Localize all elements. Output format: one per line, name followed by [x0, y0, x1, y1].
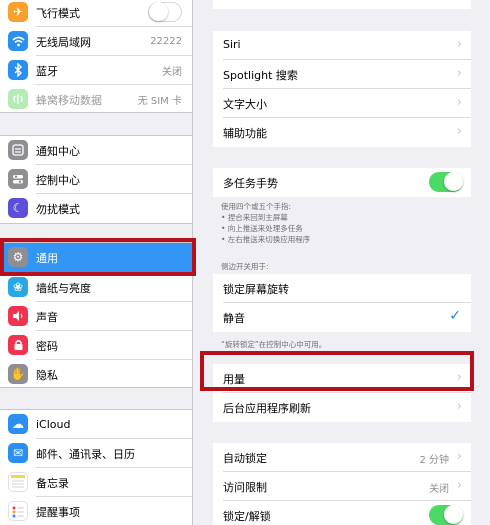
truncated-row — [213, 0, 471, 9]
chevron-right-icon: › — [456, 399, 462, 414]
multitasking-gestures-row: 多任务手势 — [213, 168, 471, 197]
spotlight-search-row[interactable]: Spotlight 搜索 › — [213, 60, 471, 89]
sidebar-item-mail[interactable]: ✉ 邮件、通讯录、日历 — [0, 439, 192, 468]
checkmark-icon: ✓ — [449, 308, 461, 324]
mute-option[interactable]: 静音 ✓ — [213, 303, 471, 332]
sidebar-item-notification-center[interactable]: 通知中心 — [0, 136, 192, 165]
accessibility-row[interactable]: 辅助功能 › — [213, 118, 471, 147]
wallpaper-icon: ❀ — [8, 277, 28, 297]
lock-rotation-option[interactable]: 锁定屏幕旋转 — [213, 274, 471, 303]
lock-unlock-toggle[interactable] — [429, 505, 463, 525]
general-settings-panel: Siri › Spotlight 搜索 › 文字大小 › 辅助功能 › 多任务手… — [193, 0, 490, 525]
usage-row[interactable]: 用量 › — [213, 364, 471, 393]
speaker-icon — [8, 306, 28, 326]
sidebar-item-airplane-mode[interactable]: ✈ 飞行模式 — [0, 0, 192, 27]
chevron-right-icon: › — [456, 95, 462, 110]
chevron-right-icon: › — [456, 37, 462, 52]
sidebar-item-notes[interactable]: 备忘录 — [0, 468, 192, 497]
lock-icon — [8, 335, 28, 355]
control-center-icon — [8, 169, 28, 189]
auto-lock-row[interactable]: 自动锁定 2 分钟 › — [213, 443, 471, 472]
siri-row[interactable]: Siri › — [213, 31, 471, 60]
sidebar-item-wifi[interactable]: 无线局域网 22222 — [0, 27, 192, 56]
notification-center-icon — [8, 140, 28, 160]
sidebar-item-control-center[interactable]: 控制中心 — [0, 165, 192, 194]
connectivity-group: ✈ 飞行模式 无线局域网 22222 蓝牙 关闭 蜂窝移动数据 无 SIM 卡 — [0, 0, 192, 113]
moon-icon: ☾ — [8, 198, 28, 218]
cellular-icon — [8, 89, 28, 109]
notes-icon — [8, 472, 28, 492]
accounts-group: ☁ iCloud ✉ 邮件、通讯录、日历 备忘录 提醒事项 — [0, 409, 192, 525]
chevron-right-icon: › — [456, 478, 462, 493]
rotation-lock-note: “旋转锁定”在控制中心中可用。 — [221, 340, 327, 349]
mail-icon: ✉ — [8, 443, 28, 463]
chevron-right-icon: › — [456, 449, 462, 464]
sidebar-item-reminders[interactable]: 提醒事项 — [0, 497, 192, 525]
gear-icon: ⚙ — [8, 247, 28, 267]
cloud-icon: ☁ — [8, 414, 28, 434]
airplane-icon: ✈ — [8, 2, 28, 22]
restrictions-row[interactable]: 访问限制 关闭 › — [213, 472, 471, 501]
sidebar-item-sounds[interactable]: 声音 — [0, 302, 192, 331]
sidebar-item-cellular[interactable]: 蜂窝移动数据 无 SIM 卡 — [0, 85, 192, 114]
sidebar-item-privacy[interactable]: ✋ 隐私 — [0, 360, 192, 389]
lock-unlock-row: 锁定/解锁 — [213, 501, 471, 525]
sidebar-item-do-not-disturb[interactable]: ☾ 勿扰模式 — [0, 194, 192, 223]
reminders-icon — [8, 501, 28, 521]
bluetooth-icon — [8, 60, 28, 80]
sidebar-item-icloud[interactable]: ☁ iCloud — [0, 410, 192, 439]
background-app-refresh-row[interactable]: 后台应用程序刷新 › — [213, 393, 471, 422]
text-size-row[interactable]: 文字大小 › — [213, 89, 471, 118]
wifi-icon — [8, 31, 28, 51]
device-group: ⚙ 通用 ❀ 墙纸与亮度 声音 密码 ✋ 隐私 — [0, 242, 192, 388]
side-switch-header: 侧边开关用于: — [221, 262, 269, 271]
center-group: 通知中心 控制中心 ☾ 勿扰模式 — [0, 135, 192, 224]
hand-icon: ✋ — [8, 364, 28, 384]
sidebar-item-bluetooth[interactable]: 蓝牙 关闭 — [0, 56, 192, 85]
airplane-mode-toggle[interactable] — [148, 2, 182, 22]
multitasking-gestures-toggle[interactable] — [429, 172, 463, 192]
sidebar-item-general[interactable]: ⚙ 通用 — [0, 243, 192, 273]
chevron-right-icon: › — [456, 370, 462, 385]
multitasking-note: 使用四个或五个手指: • 捏合来回到主屏幕 • 向上推送来处理多任务 • 左右推… — [221, 202, 311, 244]
chevron-right-icon: › — [456, 66, 462, 81]
sidebar-item-wallpaper[interactable]: ❀ 墙纸与亮度 — [0, 273, 192, 302]
sidebar-item-passcode[interactable]: 密码 — [0, 331, 192, 360]
settings-sidebar: ✈ 飞行模式 无线局域网 22222 蓝牙 关闭 蜂窝移动数据 无 SIM 卡 … — [0, 0, 193, 525]
chevron-right-icon: › — [456, 124, 462, 139]
